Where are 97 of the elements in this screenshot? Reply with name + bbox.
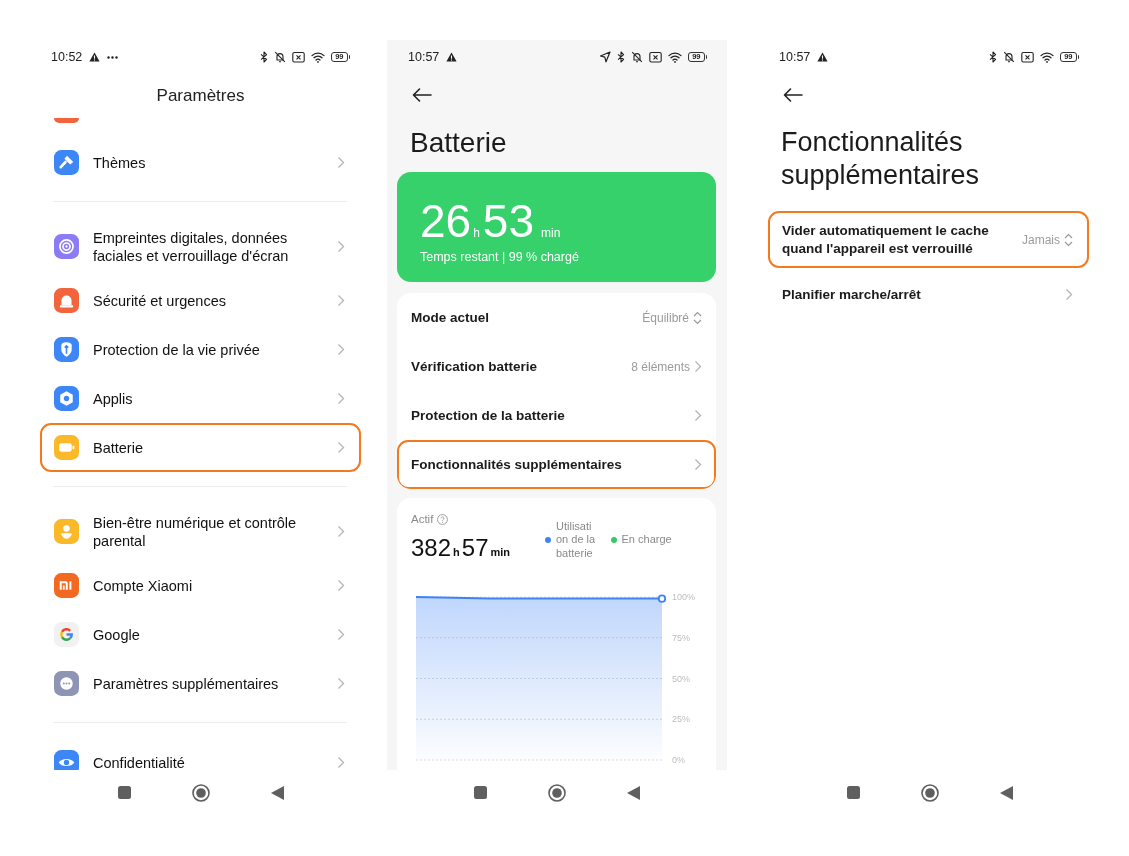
- g-logo-icon: [54, 622, 79, 647]
- hours-value: 382: [411, 534, 452, 562]
- y-tick-label: 75%: [672, 632, 690, 643]
- settings-row[interactable]: Protection de la batterie: [397, 391, 716, 440]
- settings-row[interactable]: Vérification batterie 8 éléments: [397, 342, 716, 391]
- chevron-icon: [337, 240, 345, 253]
- chevron-icon: [694, 409, 702, 422]
- no-sim-icon: [292, 51, 306, 63]
- bluetooth-icon: [260, 51, 269, 63]
- bluetooth-icon: [617, 51, 626, 63]
- settings-item[interactable]: Thèmes: [40, 138, 361, 187]
- shield-icon: [54, 337, 79, 362]
- chevron-icon: [337, 525, 345, 538]
- unit-label: h: [453, 545, 460, 560]
- minutes-value: 57: [461, 534, 489, 562]
- back-icon[interactable]: [1000, 785, 1013, 800]
- status-time: 10:57: [779, 50, 811, 64]
- settings-item[interactable]: Confidentialité: [40, 738, 361, 770]
- settings-item[interactable]: Compte Xiaomi: [40, 561, 361, 610]
- warning-icon: [446, 52, 458, 62]
- chevron-icon: [337, 343, 345, 356]
- unit-label: min: [490, 545, 511, 560]
- settings-row[interactable]: Fonctionnalités supplémentaires: [397, 440, 716, 489]
- home-icon[interactable]: [921, 783, 939, 802]
- y-tick-label: 100%: [672, 592, 696, 602]
- back-icon[interactable]: [627, 785, 640, 800]
- eye-icon: [54, 750, 79, 770]
- warning-icon: [89, 52, 101, 62]
- option-value: Jamais: [1022, 232, 1060, 247]
- recents-icon[interactable]: [117, 786, 131, 799]
- no-sim-icon: [1021, 51, 1035, 63]
- home-icon[interactable]: [191, 783, 210, 802]
- page-title: Batterie: [410, 127, 507, 158]
- chevron-icon: [337, 441, 345, 454]
- minutes-value: 53: [482, 196, 535, 246]
- back-arrow-icon[interactable]: [412, 88, 432, 102]
- end-point-marker: [657, 594, 667, 603]
- bluetooth-icon: [989, 51, 998, 63]
- settings-item[interactable]: Batterie: [40, 423, 361, 472]
- chevron-icon: [1065, 288, 1073, 301]
- chevron-icon: [337, 579, 345, 592]
- settings-row[interactable]: Planifier marche/arrêt: [768, 270, 1089, 319]
- chevron-icon: [337, 392, 345, 405]
- chevron-icon: [337, 677, 345, 690]
- recents-icon[interactable]: [474, 786, 487, 799]
- summary-caption: Temps restant | 99 % chargé: [420, 250, 579, 264]
- battery-icon: [54, 435, 79, 460]
- rings-icon: [54, 234, 79, 259]
- chevron-icon: [337, 294, 345, 307]
- settings-item[interactable]: Paramètres supplémentaires: [40, 659, 361, 708]
- chevron-icon: [694, 360, 702, 373]
- y-tick-label: 25%: [672, 714, 690, 725]
- settings-item[interactable]: Empreintes digitales, données faciales et verrouillage d'écran: [40, 217, 361, 276]
- chevron-icon: [337, 628, 345, 641]
- no-sim-icon: [649, 51, 663, 63]
- wifi-icon: [668, 51, 683, 63]
- more-icon: [107, 55, 119, 59]
- page-title: Fonctionnalités supplémentaires: [781, 127, 980, 190]
- muted-bell-icon: [631, 51, 644, 63]
- muted-bell-icon: [1003, 51, 1016, 63]
- wifi-icon: [1040, 51, 1055, 63]
- settings-item[interactable]: Sécurité et urgences: [40, 276, 361, 325]
- page-title: Paramètres: [156, 86, 245, 106]
- status-time: 10:52: [51, 50, 83, 64]
- home-icon[interactable]: [548, 783, 566, 802]
- active-label: Actif: [411, 513, 434, 525]
- settings-item[interactable]: Applis: [40, 374, 361, 423]
- back-icon[interactable]: [270, 785, 284, 800]
- settings-row[interactable]: Vider automatiquement le cache quand l'appareil est verrouillé Jamais: [768, 211, 1089, 268]
- up-down-icon: [693, 310, 702, 325]
- account-logo-icon: [54, 573, 79, 598]
- legend-label: En charge: [621, 533, 672, 547]
- legend-label: Utilisation de la batterie: [556, 519, 597, 561]
- warning-icon: [817, 52, 829, 62]
- option-value: Équilibré: [642, 310, 689, 325]
- up-down-icon: [1064, 232, 1073, 247]
- status-time: 10:57: [408, 50, 440, 64]
- location-icon: [599, 51, 612, 63]
- settings-item[interactable]: Google: [40, 610, 361, 659]
- more-icon: [54, 671, 79, 696]
- settings-row[interactable]: Mode actuel Équilibré: [397, 293, 716, 342]
- muted-bell-icon: [274, 51, 287, 63]
- brush-icon: [54, 150, 79, 175]
- clipped-icon: [54, 118, 79, 123]
- back-arrow-icon[interactable]: [783, 88, 803, 102]
- recents-icon[interactable]: [847, 786, 860, 799]
- option-value: 8 éléments: [631, 359, 690, 374]
- siren-icon: [54, 288, 79, 313]
- chevron-icon: [337, 756, 345, 769]
- chevron-icon: [337, 156, 345, 169]
- settings-item[interactable]: Protection de la vie privée: [40, 325, 361, 374]
- wifi-icon: [311, 51, 326, 63]
- settings-item[interactable]: Bien-être numérique et contrôle parental: [40, 502, 361, 561]
- y-tick-label: 50%: [672, 673, 690, 684]
- hours-value: 26: [420, 196, 472, 246]
- chevron-icon: [694, 458, 702, 471]
- person-icon: [54, 519, 79, 544]
